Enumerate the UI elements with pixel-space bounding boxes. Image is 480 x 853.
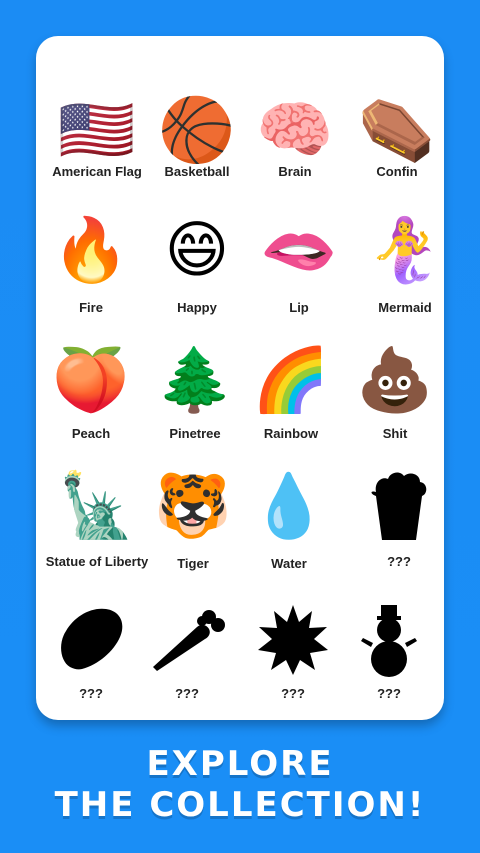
item-label: Rainbow bbox=[263, 426, 319, 441]
rainbow-icon: 🌈 bbox=[252, 343, 330, 416]
item-brain[interactable]: 🧠 Brain bbox=[240, 88, 350, 208]
item-label: Statue of Liberty bbox=[45, 554, 149, 569]
item-american-flag[interactable]: 🇺🇸 American Flag bbox=[42, 88, 152, 208]
item-locked-carrot[interactable]: ??? bbox=[132, 598, 242, 718]
item-label: Happy bbox=[177, 300, 217, 315]
item-locked-popcorn[interactable]: ??? bbox=[344, 464, 454, 584]
item-label: Peach bbox=[71, 426, 111, 441]
item-label: ??? bbox=[175, 686, 199, 701]
poop-icon: 💩 bbox=[356, 343, 434, 416]
item-label: Shit bbox=[382, 426, 408, 441]
item-label: Lip bbox=[289, 300, 309, 315]
item-label: ??? bbox=[377, 686, 401, 701]
statue-of-liberty-icon: 🗽 bbox=[58, 469, 136, 542]
lip-icon: 🫦 bbox=[260, 213, 338, 286]
item-label: Water bbox=[271, 556, 307, 571]
item-happy[interactable]: 😄 Happy bbox=[142, 208, 252, 328]
locked-silhouette-potato-icon bbox=[49, 598, 133, 682]
item-mermaid[interactable]: 🧜‍♀️ Mermaid bbox=[350, 208, 460, 328]
fire-icon: 🔥 bbox=[52, 213, 130, 286]
mermaid-icon: 🧜‍♀️ bbox=[366, 213, 444, 286]
peach-icon: 🍑 bbox=[52, 343, 130, 416]
collection-grid: 🇺🇸 American Flag 🏀 Basketball 🧠 Brain ⚰️… bbox=[36, 36, 444, 720]
item-label: Confin bbox=[376, 164, 418, 179]
item-rainbow[interactable]: 🌈 Rainbow bbox=[236, 338, 346, 458]
pine-tree-icon: 🌲 bbox=[156, 343, 234, 416]
coffin-icon: ⚰️ bbox=[358, 93, 436, 166]
item-lip[interactable]: 🫦 Lip bbox=[244, 208, 354, 328]
item-label: Tiger bbox=[177, 556, 209, 571]
item-coffin[interactable]: ⚰️ Confin bbox=[342, 88, 452, 208]
item-fire[interactable]: 🔥 Fire bbox=[36, 208, 146, 328]
item-label: American Flag bbox=[52, 164, 142, 179]
american-flag-icon: 🇺🇸 bbox=[58, 93, 136, 166]
item-label: ??? bbox=[387, 554, 411, 569]
locked-silhouette-popcorn-icon bbox=[357, 464, 441, 548]
item-pinetree[interactable]: 🌲 Pinetree bbox=[140, 338, 250, 458]
item-basketball[interactable]: 🏀 Basketball bbox=[142, 88, 252, 208]
water-drop-icon: 💧 bbox=[250, 469, 328, 542]
item-label: ??? bbox=[79, 686, 103, 701]
item-label: ??? bbox=[281, 686, 305, 701]
item-label: Brain bbox=[278, 164, 312, 179]
item-peach[interactable]: 🍑 Peach bbox=[36, 338, 146, 458]
locked-silhouette-carrot-icon bbox=[145, 598, 229, 682]
item-statue-of-liberty[interactable]: 🗽 Statue of Liberty bbox=[42, 464, 152, 584]
basketball-icon: 🏀 bbox=[158, 93, 236, 166]
item-label: Mermaid bbox=[378, 300, 432, 315]
item-locked-potato[interactable]: ??? bbox=[36, 598, 146, 718]
brain-icon: 🧠 bbox=[256, 93, 334, 166]
item-water[interactable]: 💧 Water bbox=[234, 464, 344, 584]
happy-face-icon: 😄 bbox=[164, 213, 230, 286]
item-shit[interactable]: 💩 Shit bbox=[340, 338, 450, 458]
headline-line-2: THE COLLECTION! bbox=[54, 785, 426, 825]
item-label: Fire bbox=[79, 300, 103, 315]
item-locked-snowman[interactable]: ??? bbox=[334, 598, 444, 718]
item-label: Pinetree bbox=[169, 426, 221, 441]
tiger-icon: 🐯 bbox=[154, 469, 232, 542]
item-locked-burst[interactable]: ??? bbox=[238, 598, 348, 718]
app-screen: 🇺🇸 American Flag 🏀 Basketball 🧠 Brain ⚰️… bbox=[0, 0, 480, 853]
item-label: Basketball bbox=[164, 164, 230, 179]
locked-silhouette-snowman-icon bbox=[347, 598, 431, 682]
headline-line-1: EXPLORE bbox=[146, 744, 334, 784]
item-tiger[interactable]: 🐯 Tiger bbox=[138, 464, 248, 584]
locked-silhouette-burst-icon bbox=[251, 598, 335, 682]
